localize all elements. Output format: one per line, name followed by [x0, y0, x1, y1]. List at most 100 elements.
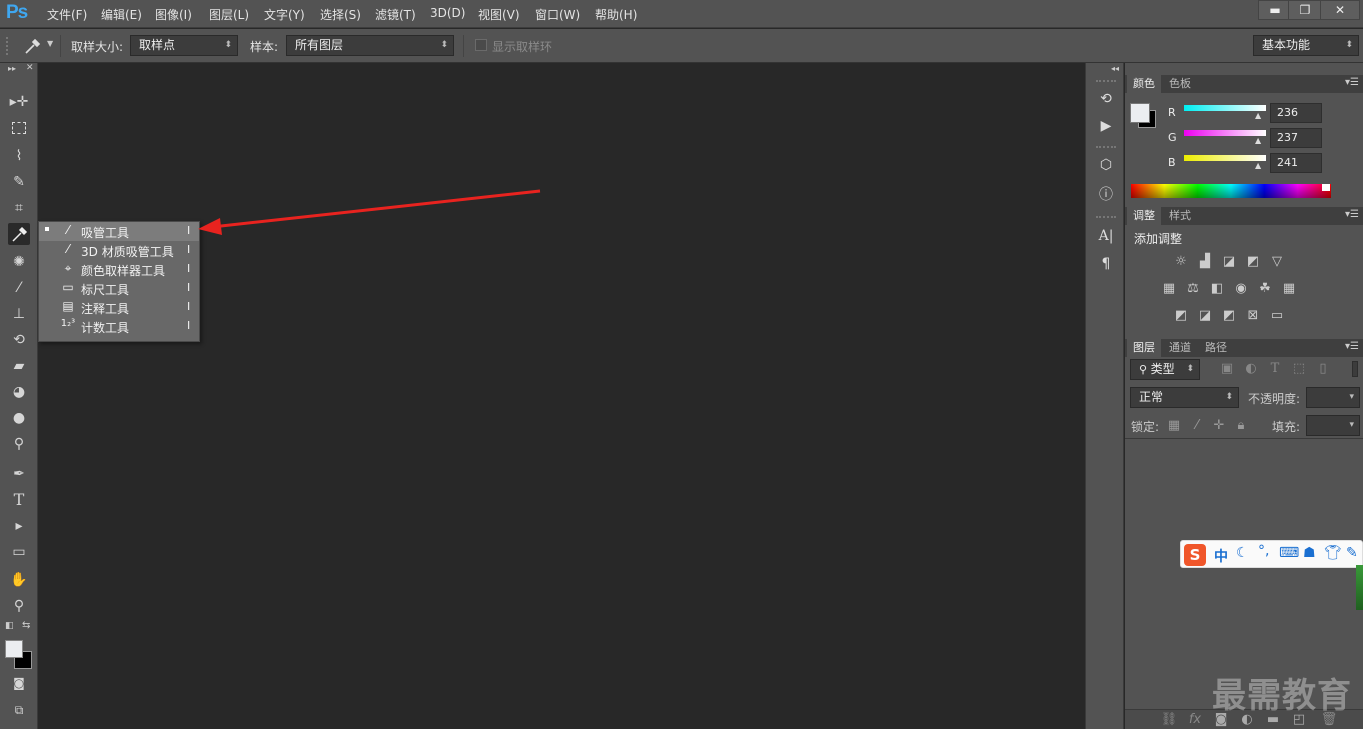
layer-filter-select[interactable]: ⚲ 类型 ⬍: [1130, 359, 1200, 380]
lasso-tool-icon[interactable]: ⌇: [8, 145, 30, 167]
foreground-color-swatch[interactable]: [5, 640, 23, 658]
filter-toggle[interactable]: [1352, 361, 1358, 377]
tab-color[interactable]: 颜色: [1127, 75, 1161, 93]
photo-filter-icon[interactable]: ◉: [1232, 281, 1250, 297]
blend-mode-select[interactable]: 正常 ⬍: [1130, 387, 1239, 408]
curves-icon[interactable]: ◪: [1220, 254, 1238, 270]
menu-file[interactable]: 文件(F): [47, 6, 87, 23]
r-slider[interactable]: [1184, 105, 1266, 111]
character-panel-icon[interactable]: A|: [1096, 226, 1116, 246]
color-lookup-icon[interactable]: ▦: [1280, 281, 1298, 297]
panel-menu-icon[interactable]: ▾☰: [1345, 341, 1359, 352]
dodge-tool-icon[interactable]: ⚲: [8, 433, 30, 455]
g-value-input[interactable]: 237: [1270, 128, 1322, 148]
r-value-input[interactable]: 236: [1270, 103, 1322, 123]
user-icon[interactable]: ☗: [1303, 545, 1316, 561]
spectrum-white-chip[interactable]: [1322, 184, 1330, 191]
filter-pixel-icon[interactable]: ▣: [1218, 361, 1236, 377]
quick-mask-icon[interactable]: ◙: [8, 672, 30, 694]
close-panel-icon[interactable]: ✕: [26, 63, 34, 73]
sogou-logo-icon[interactable]: S: [1184, 544, 1206, 566]
flyout-item-color-sampler[interactable]: ⌖ 颜色取样器工具 I: [39, 260, 199, 279]
g-slider[interactable]: [1184, 130, 1266, 136]
punctuation-icon[interactable]: °,: [1258, 543, 1269, 559]
levels-icon[interactable]: ▟: [1196, 254, 1214, 270]
menu-view[interactable]: 视图(V): [478, 6, 520, 23]
collapse-dock-icon[interactable]: ◂◂: [1111, 64, 1119, 73]
keyboard-icon[interactable]: ⌨: [1279, 545, 1299, 561]
close-button[interactable]: ✕: [1320, 0, 1360, 20]
color-panel-foreground-swatch[interactable]: [1130, 103, 1150, 123]
moon-icon[interactable]: ☾: [1236, 545, 1249, 561]
paint-bucket-tool-icon[interactable]: ◕: [8, 381, 30, 403]
opacity-input[interactable]: ▾: [1306, 387, 1360, 408]
type-tool-icon[interactable]: T: [8, 489, 30, 511]
lock-transparent-icon[interactable]: ▦: [1165, 418, 1183, 434]
rectangle-tool-icon[interactable]: ▭: [8, 541, 30, 563]
canvas-area[interactable]: [38, 63, 1085, 729]
screen-mode-icon[interactable]: ⧉: [8, 699, 30, 721]
menu-filter[interactable]: 滤镜(T): [375, 6, 416, 23]
filter-type-icon[interactable]: T: [1266, 361, 1284, 377]
filter-adjustment-icon[interactable]: ◐: [1242, 361, 1260, 377]
3d-panel-icon[interactable]: ⬡: [1096, 155, 1116, 175]
color-spectrum-bar[interactable]: [1131, 184, 1331, 198]
quick-selection-tool-icon[interactable]: ✎: [8, 171, 30, 193]
skin-icon[interactable]: 👕︎: [1324, 545, 1342, 561]
menu-select[interactable]: 选择(S): [320, 6, 361, 23]
menu-image[interactable]: 图像(I): [155, 6, 192, 23]
sample-select[interactable]: 所有图层 ⬍: [286, 35, 454, 56]
b-value-input[interactable]: 241: [1270, 153, 1322, 173]
history-brush-tool-icon[interactable]: ⟲: [8, 329, 30, 351]
filter-smart-object-icon[interactable]: ▯: [1314, 361, 1332, 377]
history-panel-icon[interactable]: ⟲: [1096, 89, 1116, 109]
posterize-icon[interactable]: ◪: [1196, 308, 1214, 324]
black-white-icon[interactable]: ◧: [1208, 281, 1226, 297]
exposure-icon[interactable]: ◩: [1244, 254, 1262, 270]
threshold-icon[interactable]: ◩: [1220, 308, 1238, 324]
restore-button[interactable]: ❐: [1288, 0, 1322, 20]
flyout-item-ruler[interactable]: ▭ 标尺工具 I: [39, 279, 199, 298]
invert-icon[interactable]: ◩: [1172, 308, 1190, 324]
sample-size-select[interactable]: 取样点 ⬍: [130, 35, 238, 56]
paragraph-panel-icon[interactable]: ¶: [1096, 254, 1116, 274]
menu-3d[interactable]: 3D(D): [430, 6, 465, 20]
clone-stamp-tool-icon[interactable]: ⊥: [8, 303, 30, 325]
tab-adjustments[interactable]: 调整: [1127, 207, 1161, 225]
menu-help[interactable]: 帮助(H): [595, 6, 637, 23]
link-layers-icon[interactable]: ⛓: [1160, 712, 1178, 728]
b-slider-thumb-icon[interactable]: ▲: [1255, 161, 1261, 170]
channel-mixer-icon[interactable]: ☘: [1256, 281, 1274, 297]
hand-tool-icon[interactable]: ✋: [8, 569, 30, 591]
g-slider-thumb-icon[interactable]: ▲: [1255, 136, 1261, 145]
collapse-icon[interactable]: ▸▸: [8, 64, 16, 73]
swap-colors-icon[interactable]: ⇆: [22, 620, 30, 631]
tab-swatches[interactable]: 色板: [1163, 75, 1197, 93]
lock-image-icon[interactable]: ⁄: [1188, 418, 1206, 434]
tab-paths[interactable]: 路径: [1199, 339, 1233, 357]
gradient-map-icon[interactable]: ▭: [1268, 308, 1286, 324]
info-panel-icon[interactable]: ⓘ: [1096, 185, 1116, 205]
lock-all-icon[interactable]: 🔒︎: [1232, 418, 1250, 434]
r-slider-thumb-icon[interactable]: ▲: [1255, 111, 1261, 120]
vibrance-icon[interactable]: ▽: [1268, 254, 1286, 270]
zoom-tool-icon[interactable]: ⚲: [8, 595, 30, 617]
move-tool-icon[interactable]: ▸✛: [8, 91, 30, 113]
flyout-item-note[interactable]: ▤ 注释工具 I: [39, 298, 199, 317]
minimize-button[interactable]: ▬: [1258, 0, 1292, 20]
selective-color-icon[interactable]: ⊠: [1244, 308, 1262, 324]
lock-position-icon[interactable]: ✛: [1210, 418, 1228, 434]
preset-dropdown-icon[interactable]: ▼: [47, 39, 53, 48]
healing-brush-tool-icon[interactable]: ✺: [8, 251, 30, 273]
tab-channels[interactable]: 通道: [1163, 339, 1197, 357]
options-grip[interactable]: [6, 37, 10, 55]
crop-tool-icon[interactable]: ⌗: [8, 197, 30, 219]
flyout-item-eyedropper[interactable]: ⁄ 吸管工具 I: [39, 222, 199, 241]
flyout-item-count[interactable]: 1₂³ 计数工具 I: [39, 317, 199, 336]
menu-layer[interactable]: 图层(L): [209, 6, 249, 23]
panel-menu-icon[interactable]: ▾☰: [1345, 209, 1359, 220]
actions-panel-icon[interactable]: ▶: [1096, 116, 1116, 136]
workspace-select[interactable]: 基本功能 ⬍: [1253, 35, 1359, 56]
color-balance-icon[interactable]: ⚖: [1184, 281, 1202, 297]
b-slider[interactable]: [1184, 155, 1266, 161]
